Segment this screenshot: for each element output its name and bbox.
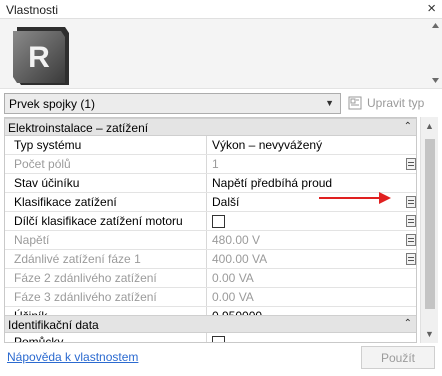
preview-scrollbar[interactable] — [431, 21, 440, 85]
annotation-arrow-icon — [319, 192, 391, 204]
aids-checkbox[interactable] — [212, 336, 225, 342]
property-name: Dílčí klasifikace zatížení motoru — [5, 212, 207, 230]
motor-subclass-checkbox[interactable] — [212, 215, 225, 228]
property-value: 480.00 V — [212, 233, 261, 247]
property-value: 0.00 VA — [212, 290, 254, 304]
edit-type-label: Upravit typ — [367, 96, 425, 110]
property-name: Fáze 3 zdánlivého zatížení — [5, 288, 207, 306]
property-name: Klasifikace zatížení — [5, 193, 207, 211]
edit-type-button[interactable]: Upravit typ — [346, 93, 438, 114]
section-electrical-loads[interactable]: Elektroinstalace – zatížení ⌃ — [5, 118, 416, 136]
type-selector-value: Prvek spojky (1) — [9, 97, 96, 111]
scroll-up-icon[interactable]: ▲ — [425, 121, 434, 131]
property-row-aids[interactable]: Pomůcky — [5, 333, 416, 342]
property-value: 1 — [212, 157, 219, 171]
property-value: 0.00 VA — [212, 271, 254, 285]
chevron-down-icon: ▼ — [325, 98, 334, 108]
type-preview-area: R — [0, 19, 442, 89]
collapse-icon[interactable]: ⌃ — [404, 119, 412, 135]
property-value[interactable]: Napětí předbíhá proud — [208, 174, 416, 192]
property-row-apparent-load-phase-1: Zdánlivé zatížení fáze 1 400.00 VA — [5, 250, 416, 269]
property-name: Typ systému — [5, 136, 207, 154]
type-selector-dropdown[interactable]: Prvek spojky (1) ▼ — [4, 93, 341, 114]
properties-scrollbar[interactable]: ▲ ▼ — [420, 117, 438, 343]
property-value: 400.00 VA — [212, 252, 268, 266]
property-value[interactable]: Výkon – nevyvážený — [208, 136, 416, 154]
property-row-motor-load-subclass[interactable]: Dílčí klasifikace zatížení motoru — [5, 212, 416, 231]
section-identity-data[interactable]: Identifikační data ⌃ — [5, 315, 416, 333]
close-icon[interactable]: × — [427, 1, 436, 17]
edit-type-icon — [348, 96, 362, 110]
properties-title-bar: Vlastnosti × — [0, 0, 442, 19]
property-row-apparent-load-phase-2: Fáze 2 zdánlivého zatížení 0.00 VA — [5, 269, 416, 288]
property-name: Pomůcky — [5, 333, 207, 342]
property-name: Napětí — [5, 231, 207, 249]
associate-parameter-icon[interactable] — [406, 234, 416, 246]
svg-text:R: R — [28, 41, 50, 74]
property-row-system-type[interactable]: Typ systému Výkon – nevyvážený — [5, 136, 416, 155]
property-row-number-of-poles: Počet pólů 1 — [5, 155, 416, 174]
property-name: Zdánlivé zatížení fáze 1 — [5, 250, 207, 268]
property-value-cell — [208, 212, 416, 230]
property-row-voltage: Napětí 480.00 V — [5, 231, 416, 250]
property-row-apparent-load-phase-3: Fáze 3 zdánlivého zatížení 0.00 VA — [5, 288, 416, 307]
associate-parameter-icon[interactable] — [406, 215, 416, 227]
property-name: Fáze 2 zdánlivého zatížení — [5, 269, 207, 287]
associate-parameter-icon[interactable] — [406, 158, 416, 170]
scroll-down-icon[interactable]: ▼ — [425, 329, 434, 339]
section-title: Identifikační data — [8, 318, 99, 332]
property-name: Stav účiníku — [5, 174, 207, 192]
associate-parameter-icon[interactable] — [406, 196, 416, 208]
associate-parameter-icon[interactable] — [406, 253, 416, 265]
properties-help-link[interactable]: Nápověda k vlastnostem — [7, 350, 138, 364]
section-title: Elektroinstalace – zatížení — [8, 121, 149, 135]
scrollbar-thumb[interactable] — [425, 139, 435, 309]
type-selector-row: Prvek spojky (1) ▼ Upravit typ — [0, 90, 442, 116]
apply-button[interactable]: Použít — [361, 346, 435, 369]
window-title: Vlastnosti — [6, 3, 59, 17]
property-name: Počet pólů — [5, 155, 207, 173]
collapse-icon[interactable]: ⌃ — [404, 316, 412, 332]
revit-r-icon: R — [13, 27, 69, 85]
properties-grid: Elektroinstalace – zatížení ⌃ Typ systém… — [4, 117, 417, 343]
property-value-cell — [208, 333, 416, 342]
